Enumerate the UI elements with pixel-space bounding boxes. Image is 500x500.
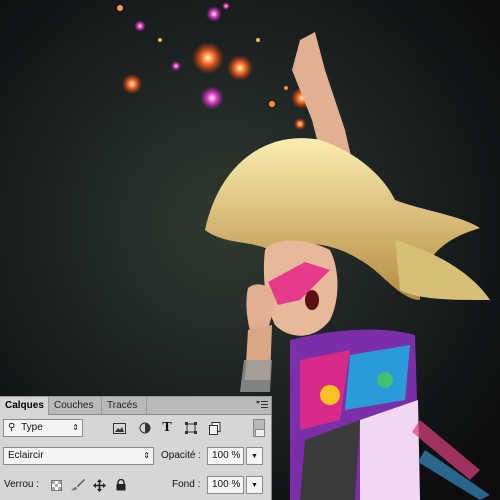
fill-dropdown-button[interactable]: ▼ [246, 476, 263, 494]
blend-mode-value: Eclaircir [8, 450, 44, 461]
lock-move-icon[interactable] [91, 477, 107, 493]
filter-kind-select[interactable]: ⚲ Type ⇕ [3, 419, 83, 437]
text-icon[interactable]: T [159, 420, 175, 436]
opacity-label: Opacité : [161, 450, 202, 461]
lock-brush-icon[interactable] [70, 477, 86, 493]
lock-all-icon[interactable] [113, 477, 129, 493]
fill-value: 100 % [212, 479, 241, 490]
image-icon[interactable] [111, 420, 127, 436]
fill-input[interactable]: 100 % [207, 476, 244, 494]
tab-couches[interactable]: Couches [49, 397, 102, 414]
lock-transparency-icon[interactable] [48, 477, 64, 493]
fill-label: Fond : [172, 479, 201, 490]
filter-toggle-switch[interactable] [253, 419, 265, 437]
opacity-dropdown-button[interactable]: ▼ [246, 447, 263, 465]
tab-traces-label: Tracés [107, 400, 138, 411]
layers-panel: Calques Couches Tracés ⚲ Type ⇕ T Eclair… [0, 396, 272, 500]
opacity-input[interactable]: 100 % [207, 447, 244, 465]
adjustment-icon[interactable] [137, 420, 153, 436]
tab-calques-label: Calques [5, 400, 44, 411]
updown-arrows-icon: ⇕ [72, 423, 79, 432]
lock-label: Verrou : [4, 479, 40, 490]
tab-calques[interactable]: Calques [0, 397, 49, 415]
shape-icon[interactable] [183, 420, 199, 436]
blend-mode-select[interactable]: Eclaircir ⇕ [3, 447, 154, 465]
tab-traces[interactable]: Tracés [102, 397, 147, 414]
updown-arrows-icon: ⇕ [143, 451, 150, 460]
tab-couches-label: Couches [54, 400, 94, 411]
opacity-value: 100 % [212, 450, 241, 461]
search-icon: ⚲ [8, 422, 16, 433]
panel-tab-bar: Calques Couches Tracés [0, 397, 271, 415]
filter-kind-value: Type [21, 422, 43, 433]
panel-menu-icon[interactable] [256, 400, 268, 410]
smart-object-icon[interactable] [207, 420, 223, 436]
chevron-down-icon: ▼ [251, 453, 258, 460]
chevron-down-icon: ▼ [251, 482, 258, 489]
